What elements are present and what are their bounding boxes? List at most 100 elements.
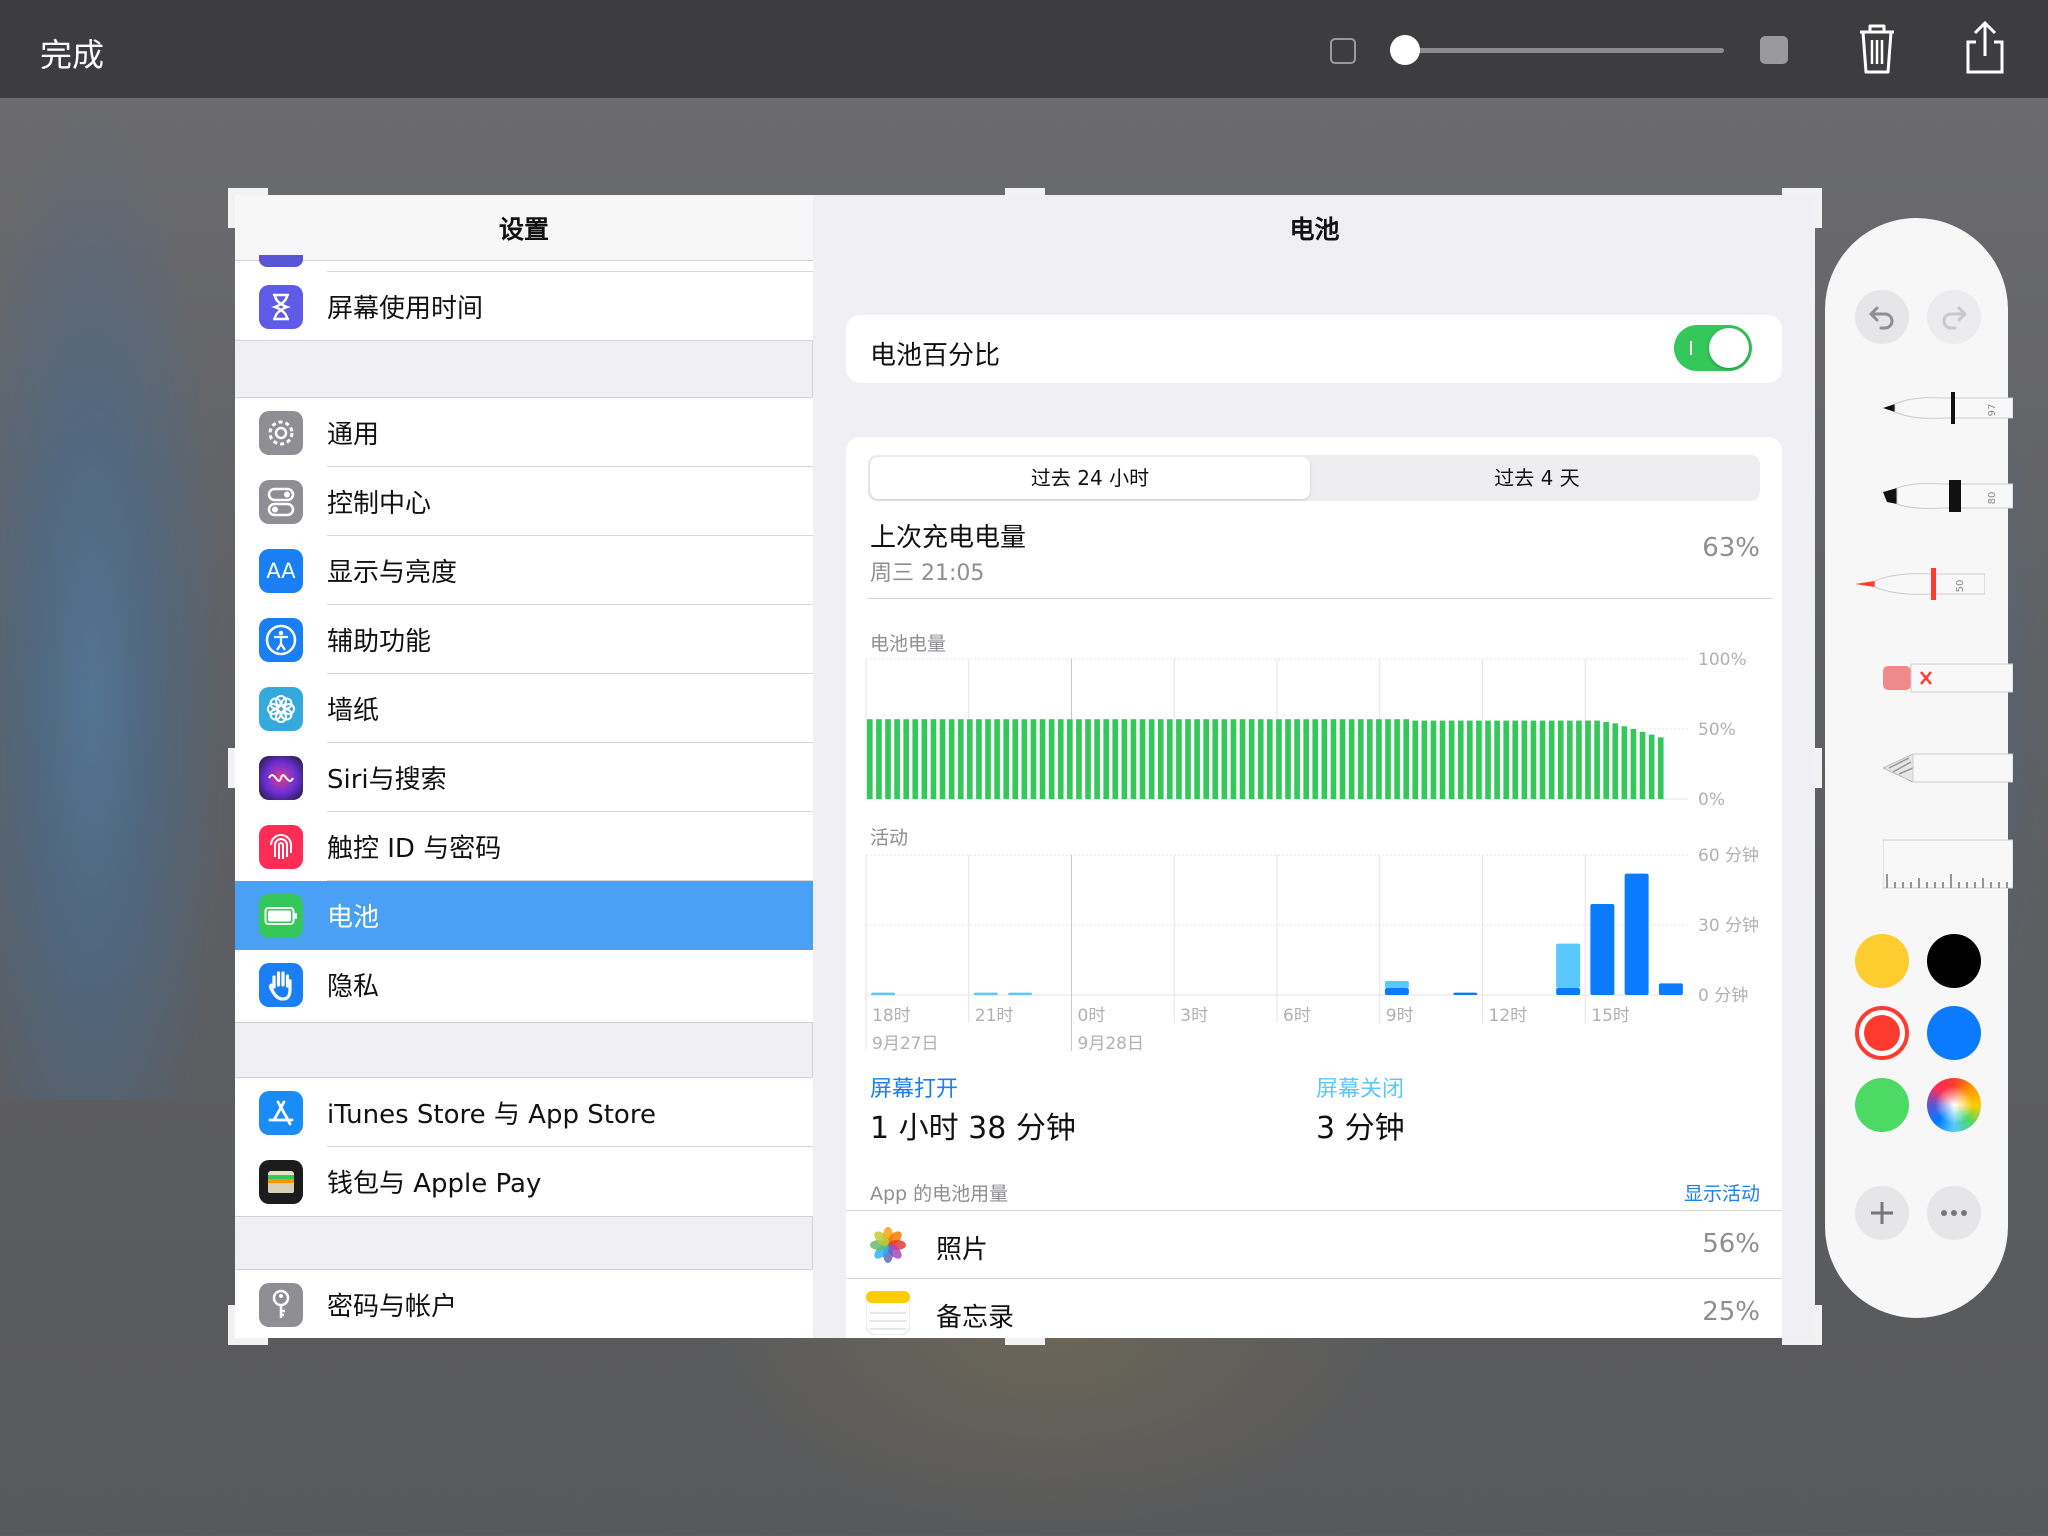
battery-level-bar: [1112, 719, 1119, 799]
sidebar-item-screen-time[interactable]: 屏幕使用时间: [235, 272, 813, 341]
battery-level-bar: [1085, 719, 1091, 799]
sidebar-title: 设置: [235, 195, 813, 261]
battery-level-bar: [1357, 719, 1364, 799]
battery-level-bar: [994, 719, 1000, 799]
crop-handle[interactable]: [1005, 188, 1045, 195]
sidebar-item-control-center[interactable]: 控制中心: [235, 467, 813, 536]
siri-icon: [259, 755, 303, 800]
battery-level-bar: [1003, 719, 1009, 799]
battery-level-bar: [1176, 719, 1182, 799]
pen-width-label: 97: [1987, 404, 1998, 417]
battery-level-bar: [1657, 737, 1664, 799]
markup-toolbar: 完成: [0, 0, 2048, 98]
toggles-icon: [259, 479, 303, 524]
sidebar-item-label: 密码与帐户: [327, 1292, 458, 1322]
battery-level-bar: [1248, 719, 1255, 799]
battery-level-bar: [1121, 719, 1128, 799]
crop-handle[interactable]: [1005, 1338, 1045, 1345]
pen-tool[interactable]: 97: [1883, 388, 2013, 428]
crop-handle[interactable]: [228, 1305, 235, 1345]
sidebar-item-accessibility[interactable]: 辅助功能: [235, 605, 813, 674]
pen-width-label: 80: [1987, 492, 1998, 505]
battery-level-bar: [1103, 719, 1109, 799]
color-swatch-red-selected[interactable]: [1855, 1006, 1909, 1060]
crop-handle[interactable]: [1815, 748, 1822, 788]
x-axis-sublabel: 9月27日: [872, 1034, 938, 1054]
show-activity-button[interactable]: 显示活动: [1684, 1179, 1760, 1206]
battery-level-bar: [912, 719, 919, 799]
color-picker-wheel[interactable]: [1927, 1078, 1981, 1132]
hand-icon: [259, 962, 303, 1007]
background-blur: [0, 100, 230, 1100]
lasso-tool[interactable]: [1883, 746, 2013, 786]
color-swatch-black[interactable]: [1927, 934, 1981, 988]
eraser-tool[interactable]: [1883, 658, 2013, 698]
sidebar-item-privacy[interactable]: 隐私: [235, 950, 813, 1019]
battery-level-bar: [1421, 720, 1428, 799]
text-size-icon: AA: [259, 548, 303, 593]
crop-handle[interactable]: [1815, 188, 1822, 228]
pen-width-label: 50: [1955, 580, 1966, 593]
screen-off-bar: [973, 992, 998, 996]
y-axis-label: 50%: [1698, 720, 1736, 740]
sidebar-item-touch-id[interactable]: 触控 ID 与密码: [235, 812, 813, 881]
sidebar-item-passwords[interactable]: 密码与帐户: [235, 1270, 813, 1338]
battery-level-bar: [1594, 720, 1600, 799]
list-item[interactable]: 备忘录 25%: [846, 1278, 1782, 1338]
sidebar-item-label: 通用: [327, 420, 380, 450]
list-item[interactable]: 照片 56%: [846, 1210, 1782, 1278]
screen-on-label: 屏幕打开: [870, 1077, 959, 1102]
share-icon[interactable]: [1960, 20, 2010, 78]
battery-level-bar: [1548, 720, 1555, 799]
sidebar-item-general[interactable]: 通用: [235, 398, 813, 467]
battery-level-bar: [1648, 734, 1655, 799]
trash-icon[interactable]: [1852, 20, 1902, 78]
sidebar-item-siri[interactable]: Siri与搜索: [235, 743, 813, 812]
battery-level-bar: [985, 719, 991, 799]
sidebar-item-battery[interactable]: 电池: [235, 881, 813, 950]
sidebar-item-wallet[interactable]: 钱包与 Apple Pay: [235, 1147, 813, 1216]
battery-level-bar: [1630, 729, 1637, 799]
undo-icon: [1869, 306, 1894, 330]
ruler-tool[interactable]: [1883, 830, 2013, 890]
add-button[interactable]: [1855, 1186, 1909, 1240]
more-button[interactable]: [1927, 1186, 1981, 1240]
pencil-tool[interactable]: 50: [1855, 564, 1985, 604]
redo-button[interactable]: [1927, 290, 1981, 344]
color-swatch-green[interactable]: [1855, 1078, 1909, 1132]
marker-tool[interactable]: 80: [1883, 476, 2013, 516]
battery-level-bar: [939, 719, 946, 799]
wallet-icon: [259, 1159, 303, 1204]
battery-level-bar: [1439, 720, 1446, 799]
battery-level-bar: [1339, 719, 1346, 799]
battery-level-bar: [1012, 719, 1019, 799]
battery-level-bar: [1294, 719, 1300, 799]
y-axis-label: 0%: [1698, 790, 1725, 810]
battery-level-bar: [1512, 720, 1519, 799]
color-swatch-blue[interactable]: [1927, 1006, 1981, 1060]
undo-button[interactable]: [1855, 290, 1909, 344]
crop-handle[interactable]: [228, 188, 235, 228]
notes-icon: [866, 1291, 910, 1335]
battery-level-bar: [930, 719, 937, 799]
sidebar-item-label: iTunes Store 与 App Store: [327, 1100, 656, 1130]
battery-level-bar: [1403, 719, 1409, 799]
sidebar-item-wallpaper[interactable]: 墙纸: [235, 674, 813, 743]
battery-pane: 电池 电池百分比 过去 24 小时 过去 4 天 上次充电电量 周三 21:05…: [814, 195, 1815, 1338]
sidebar-item-app-store[interactable]: iTunes Store 与 App Store: [235, 1078, 813, 1147]
color-swatch-yellow[interactable]: [1855, 934, 1909, 988]
battery-level-bar: [1039, 719, 1046, 799]
battery-level-bar: [1167, 719, 1173, 799]
gear-icon: [259, 410, 303, 455]
opacity-slider[interactable]: [1404, 48, 1724, 53]
x-axis-label: 0时: [1078, 1006, 1106, 1026]
battery-percent-toggle[interactable]: [1674, 325, 1752, 371]
slider-knob[interactable]: [1390, 35, 1420, 65]
done-button[interactable]: 完成: [40, 30, 104, 76]
battery-level-bar: [1503, 720, 1509, 799]
crop-handle[interactable]: [1815, 1305, 1822, 1345]
flower-icon: [259, 686, 303, 731]
sidebar-item-display[interactable]: AA 显示与亮度: [235, 536, 813, 605]
battery-level-bar: [1530, 720, 1537, 799]
crop-handle[interactable]: [228, 748, 235, 788]
